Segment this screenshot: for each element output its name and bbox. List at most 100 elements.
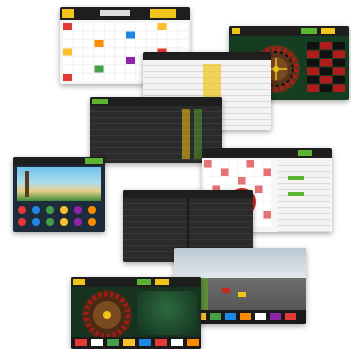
roulette-cell: [333, 76, 345, 84]
keno-cell: [126, 31, 135, 39]
slots-symbol-row[interactable]: [17, 205, 101, 229]
keno-cell: [94, 23, 104, 30]
keno-cell: [105, 48, 114, 56]
live-roulette-bet: [155, 279, 169, 285]
keno-draw-header: [202, 148, 332, 158]
keno-bet-button[interactable]: [150, 9, 176, 18]
keno-balance: [100, 10, 130, 16]
slots-symbol[interactable]: [88, 218, 96, 226]
racing-control-button: [285, 313, 296, 320]
keno-draw-cell: [246, 177, 254, 185]
keno-draw-cell: [255, 168, 263, 176]
live-roulette-balance: [137, 279, 151, 285]
keno-cell: [63, 40, 72, 47]
keno-cell: [94, 40, 104, 47]
keno-cell: [84, 65, 93, 73]
live-roulette-header: [71, 277, 201, 287]
slots-symbol[interactable]: [32, 218, 40, 226]
keno-cell: [105, 40, 114, 47]
sportsbook-light-header: [143, 52, 271, 60]
slots-symbol[interactable]: [46, 218, 54, 226]
keno-cell: [84, 74, 93, 81]
keno-draw-cell: [255, 202, 263, 210]
roulette-cell: [320, 42, 332, 50]
roulette-cell: [333, 67, 345, 75]
keno-cell: [73, 57, 83, 64]
keno-cell: [94, 31, 104, 39]
keno-draw-cell: [263, 185, 271, 193]
roulette-cell: [333, 84, 345, 92]
racing-control-button: [210, 313, 221, 320]
keno-cell: [115, 48, 125, 56]
roulette-logo: [232, 28, 240, 34]
keno-draw-cell: [246, 168, 254, 176]
keno-cell: [157, 23, 167, 30]
live-roulette-chips[interactable]: [71, 338, 201, 348]
slots-symbol[interactable]: [46, 206, 54, 214]
slots-symbol[interactable]: [60, 206, 68, 214]
keno-cell: [84, 48, 93, 56]
keno-cell: [126, 74, 135, 81]
keno-draw-cell: [263, 202, 271, 210]
keno-cell: [168, 23, 177, 30]
keno-draw-highlight-row-1: [288, 176, 304, 180]
keno-cell: [136, 40, 146, 47]
racing-car-2: [238, 292, 246, 297]
keno-draw-cell: [212, 177, 220, 185]
slots-symbol[interactable]: [32, 206, 40, 214]
slots-beach-banner: [17, 167, 101, 201]
slots-symbol[interactable]: [88, 206, 96, 214]
keno-cell: [73, 31, 83, 39]
chip-button: [123, 339, 135, 346]
keno-draw-cell: [229, 160, 237, 168]
sportsbook-dark-tab[interactable]: [92, 99, 108, 104]
keno-cell: [94, 57, 104, 64]
keno-cell: [178, 31, 188, 39]
roulette-cell: [320, 76, 332, 84]
keno-cell: [126, 57, 135, 64]
keno-cell: [157, 31, 167, 39]
chip-button: [155, 339, 167, 346]
slots-symbol[interactable]: [18, 206, 26, 214]
keno-draw-cell: [255, 211, 263, 219]
slots-symbol[interactable]: [74, 206, 82, 214]
keno-cell: [168, 31, 177, 39]
keno-cell: [126, 40, 135, 47]
keno-draw-status-badge: [298, 150, 312, 156]
keno-cell: [94, 65, 104, 73]
chip-button: [107, 339, 119, 346]
slots-symbol[interactable]: [74, 218, 82, 226]
keno-cell: [105, 23, 114, 30]
sportsbook-dark-odds-column: [182, 109, 190, 159]
roulette-cell: [333, 42, 345, 50]
keno-cell: [126, 65, 135, 73]
keno-draw-cell: [212, 168, 220, 176]
keno-draw-cell: [263, 219, 271, 227]
keno-draw-cell: [221, 168, 229, 176]
keno-draw-cell: [246, 160, 254, 168]
slots-symbol[interactable]: [60, 218, 68, 226]
keno-draw-cell: [263, 160, 271, 168]
keno-cell: [84, 31, 93, 39]
keno-draw-cell: [221, 177, 229, 185]
keno-cell: [105, 74, 114, 81]
slots-symbol[interactable]: [18, 218, 26, 226]
keno-cell: [94, 48, 104, 56]
keno-cell: [168, 40, 177, 47]
keno-draw-cell: [212, 160, 220, 168]
keno-cell: [147, 31, 156, 39]
keno-draw-cell: [238, 168, 246, 176]
roulette-cell: [320, 84, 332, 92]
keno-cell: [115, 74, 125, 81]
keno-cell: [105, 65, 114, 73]
live-roulette-logo: [73, 279, 85, 285]
chip-button: [91, 339, 103, 346]
keno-draw-cell: [204, 160, 212, 168]
roulette-cell: [307, 84, 319, 92]
keno-cell: [73, 74, 83, 81]
roulette-cell: [307, 67, 319, 75]
keno-cell: [63, 74, 72, 81]
roulette-betting-table[interactable]: [307, 42, 347, 94]
keno-cell: [126, 23, 135, 30]
keno-cell: [73, 23, 83, 30]
